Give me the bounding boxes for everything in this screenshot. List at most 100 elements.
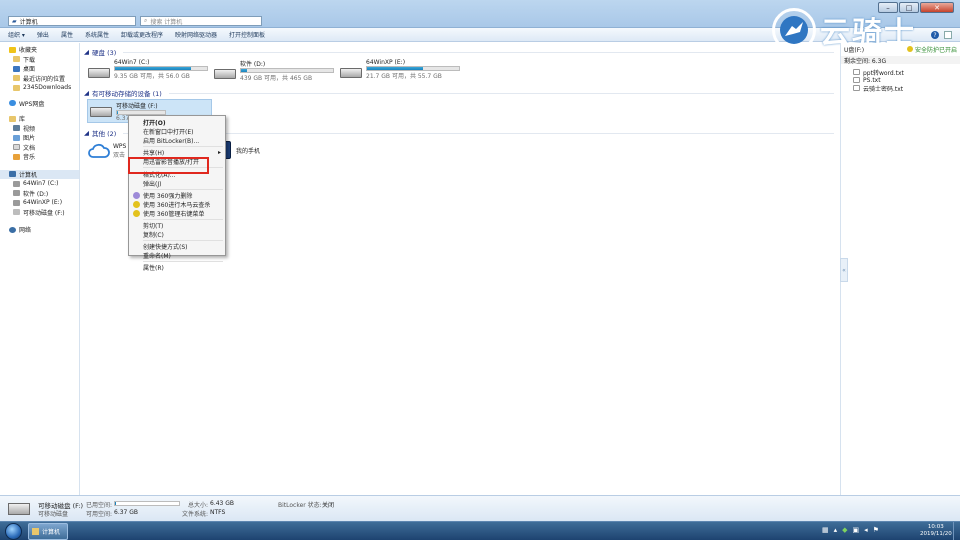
nav-label: 最近访问的位置	[23, 75, 66, 83]
nav-label: 软件 (D:)	[23, 190, 49, 198]
shred-icon	[133, 191, 140, 199]
nav-drive-f[interactable]: 可移动磁盘 (F:)	[0, 208, 79, 218]
file-name: ppt转word.txt	[863, 69, 904, 77]
address-bar[interactable]: ▰ 计算机	[8, 16, 136, 26]
toolbar-system-properties[interactable]: 系统属性	[85, 30, 109, 39]
flag-icon[interactable]: ⚑	[873, 526, 879, 534]
fs-label: 文件系统:	[182, 511, 209, 518]
used-bar	[114, 501, 180, 506]
nav-libraries[interactable]: 库	[9, 114, 79, 124]
menu-create-shortcut[interactable]: 创建快捷方式(S)	[131, 242, 225, 251]
total-label: 总大小:	[188, 502, 209, 509]
taskbar-explorer[interactable]: 计算机	[28, 523, 68, 540]
menu-360-delete[interactable]: 使用 360强力删除	[131, 191, 225, 200]
wps-label: WPS	[113, 143, 127, 150]
nav-label: 收藏夹	[19, 47, 38, 55]
recent-icon	[13, 75, 20, 82]
nav-pictures[interactable]: 图片	[9, 133, 79, 143]
volume-icon[interactable]: ◂	[864, 526, 868, 534]
usb-drive-icon	[8, 503, 30, 515]
network-icon[interactable]: ▣	[853, 526, 860, 534]
search-placeholder: 搜索 计算机	[150, 18, 183, 26]
help-icon[interactable]: ?	[931, 31, 939, 39]
nav-wps[interactable]: WPS网盘	[9, 99, 79, 109]
expand-handle[interactable]: «	[840, 258, 848, 282]
toolbar-eject[interactable]: 弹出	[37, 30, 49, 39]
menu-cut[interactable]: 剪切(T)	[131, 221, 225, 230]
toolbar-properties[interactable]: 属性	[61, 30, 73, 39]
phone-label: 我的手机	[236, 147, 261, 155]
toolbar-organize[interactable]: 组织 ▾	[8, 30, 25, 39]
document-icon	[13, 144, 20, 151]
network-icon	[9, 226, 16, 233]
video-icon	[13, 125, 20, 132]
menu-open-new-window[interactable]: 在新窗口中打开(E)	[131, 127, 225, 136]
nav-drive-e[interactable]: 64WinXP (E:)	[0, 198, 79, 208]
capacity-fill	[367, 67, 424, 70]
drive-free: 9.35 GB 可用，共 56.0 GB	[114, 73, 190, 80]
group-removable[interactable]: ◢ 有可移动存储的设备 (1)	[84, 88, 834, 98]
menu-label: 使用 360管理右键菜单	[143, 210, 205, 218]
keyboard-icon[interactable]: ▦	[822, 526, 829, 534]
menu-open[interactable]: 打开(O)	[131, 118, 225, 127]
folder-icon	[13, 56, 20, 63]
folder-icon	[13, 84, 20, 91]
menu-share[interactable]: 共享(H) ▸	[131, 148, 225, 157]
nav-recent[interactable]: 最近访问的位置	[9, 74, 79, 84]
nav-downloads[interactable]: 下载	[9, 55, 79, 65]
menu-360-scan[interactable]: 使用 360进行木马云查杀	[131, 200, 225, 209]
nav-network[interactable]: 网络	[0, 225, 79, 235]
bitlocker-label: BitLocker 状态:	[278, 502, 322, 509]
wps-cloud-item[interactable]: WPS 双击	[88, 143, 126, 159]
drive-tile-c[interactable]: 64Win7 (C:) 9.35 GB 可用，共 56.0 GB	[88, 59, 208, 80]
nav-documents[interactable]: 文档	[9, 143, 79, 153]
fs-value: NTFS	[210, 509, 226, 516]
preview-pane-icon[interactable]	[944, 31, 952, 39]
group-hard-disks[interactable]: ◢ 硬盘 (3)	[84, 47, 834, 57]
menu-separator	[143, 188, 223, 190]
menu-eject[interactable]: 弹出(J)	[131, 179, 225, 188]
drive-tile-e[interactable]: 64WinXP (E:) 21.7 GB 可用，共 55.7 GB	[340, 59, 460, 80]
preview-space: 剩余空间: 6.3G	[841, 56, 960, 65]
nav-2345downloads[interactable]: 2345Downloads	[9, 83, 79, 93]
menu-properties[interactable]: 属性(R)	[131, 263, 225, 272]
toolbar-uninstall[interactable]: 卸载或更改程序	[121, 30, 163, 39]
nav-desktop[interactable]: 桌面	[9, 64, 79, 74]
submenu-arrow-icon: ▸	[217, 149, 221, 157]
menu-360-manage[interactable]: 使用 360管理右键菜单	[131, 209, 225, 218]
nav-favorites[interactable]: 收藏夹	[9, 45, 79, 55]
star-icon	[9, 46, 16, 53]
nav-drive-d[interactable]: 软件 (D:)	[0, 189, 79, 199]
nav-label: 图片	[23, 135, 36, 143]
used-fill	[115, 502, 116, 505]
menu-copy[interactable]: 复制(C)	[131, 230, 225, 239]
cloud-icon	[9, 100, 16, 107]
hard-drive-icon	[88, 67, 110, 78]
nav-computer[interactable]: 计算机	[0, 169, 79, 179]
preview-file[interactable]: 云骑士密码.txt	[841, 84, 960, 93]
antivirus-icon[interactable]: ◆	[842, 526, 847, 534]
up-arrow-icon[interactable]: ▴	[834, 526, 838, 534]
menu-label: 共享(H)	[143, 150, 165, 158]
clock[interactable]: 10:03 2019/11/20	[920, 524, 952, 538]
nav-videos[interactable]: 视频	[9, 124, 79, 134]
group-title: 其他 (2)	[92, 130, 117, 138]
shield-icon	[133, 200, 140, 208]
hard-drive-icon	[214, 68, 236, 79]
toolbar-map-drive[interactable]: 映射网络驱动器	[175, 30, 217, 39]
search-input[interactable]: ⌕ 搜索 计算机	[140, 16, 262, 26]
nav-label: 64WinXP (E:)	[23, 199, 63, 207]
show-desktop-button[interactable]	[953, 522, 960, 540]
nav-label: 音乐	[23, 154, 36, 162]
nav-music[interactable]: 音乐	[9, 152, 79, 162]
preview-file[interactable]: ppt转word.txt	[841, 68, 960, 77]
start-button[interactable]	[5, 523, 22, 540]
nav-drive-c[interactable]: 64Win7 (C:)	[0, 179, 79, 189]
drive-tile-d[interactable]: 软件 (D:) 439 GB 可用，共 465 GB	[214, 59, 334, 82]
menu-rename[interactable]: 重命名(M)	[131, 251, 225, 260]
close-button[interactable]: ✕	[920, 2, 954, 13]
menu-bitlocker[interactable]: 启用 BitLocker(B)...	[131, 136, 225, 145]
phone-item[interactable]: 我的手机	[222, 141, 260, 159]
toolbar-control-panel[interactable]: 打开控制面板	[229, 30, 265, 39]
drive-name: 64WinXP (E:)	[366, 59, 406, 66]
